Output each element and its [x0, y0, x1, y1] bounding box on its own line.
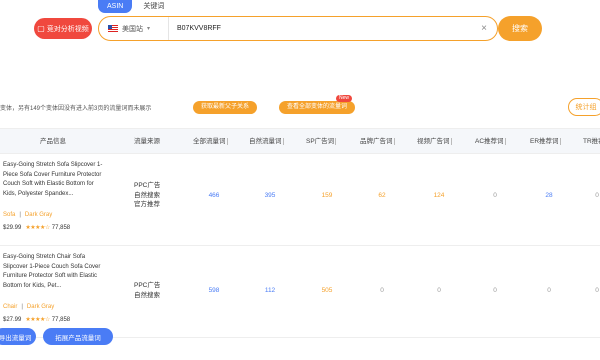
video-count[interactable]: 124: [424, 192, 454, 199]
expand-keywords-button[interactable]: 拓展产品流量词: [43, 328, 113, 345]
table-row: Easy-Going Stretch Chair Sofa Slipcover …: [0, 246, 600, 338]
sort-icon: [559, 137, 563, 145]
source-natural: 自然搜索: [134, 291, 160, 299]
page: ASIN 关键词 ▢ 竞对分析视频 美国站 ▾ × 搜索 变体，另有149个变体…: [0, 0, 600, 360]
variant-color: Dark Gray: [26, 304, 55, 310]
review-count: 77,858: [51, 317, 71, 323]
clear-icon[interactable]: ×: [481, 23, 487, 34]
sort-icon: [450, 137, 454, 145]
col-all-keywords[interactable]: 全部流量词: [193, 129, 230, 155]
col-product: 产品信息: [40, 138, 66, 145]
all-keywords-count[interactable]: 598: [199, 287, 229, 294]
traffic-sources: PPC广告 自然搜索: [134, 281, 160, 300]
product-title[interactable]: Easy-Going Stretch Sofa Slipcover 1-Piec…: [3, 161, 107, 199]
source-ppc: PPC广告: [134, 282, 161, 289]
product-variants: Chair | Dark Gray: [3, 304, 55, 310]
stat-group-button[interactable]: 统计组: [568, 98, 600, 116]
col-sp-label: SP广告词: [306, 138, 335, 145]
col-source: 流量来源: [134, 138, 160, 145]
natural-count[interactable]: 395: [255, 192, 285, 199]
variant-notice: 变体，另有149个变体因没有进入前3页的流量词而未展示: [0, 106, 152, 112]
col-brand-label: 品牌广告词: [360, 138, 393, 145]
natural-count[interactable]: 112: [255, 287, 285, 294]
tab-keyword[interactable]: 关键词: [132, 0, 174, 13]
keyword-table: 产品信息 流量来源 全部流量词 自然流量词 SP广告词 品牌广告词 视频广告词 …: [0, 128, 600, 338]
product-title[interactable]: Easy-Going Stretch Chair Sofa Slipcover …: [3, 253, 107, 291]
source-natural: 自然搜索: [134, 191, 160, 199]
product-variants: Sofa | Dark Gray: [3, 212, 53, 218]
video-count: 0: [437, 287, 441, 294]
rating-stars: ★★★★☆: [25, 317, 50, 323]
ac-count: 0: [493, 192, 497, 199]
sp-count[interactable]: 505: [312, 287, 342, 294]
tr-count: 0: [595, 192, 599, 199]
sp-count[interactable]: 159: [312, 192, 342, 199]
col-ac-label: AC推荐词: [475, 138, 504, 145]
col-sp[interactable]: SP广告词: [306, 129, 338, 155]
col-er-label: ER推荐词: [530, 138, 559, 145]
variant-size: Chair: [3, 304, 18, 310]
sort-icon: [393, 137, 397, 145]
rating-stars: ★★★★☆: [25, 225, 50, 231]
new-badge: New: [336, 95, 353, 102]
competitor-video-label: 竞对分析视频: [46, 25, 89, 33]
video-icon: ▢: [37, 24, 45, 33]
site-select[interactable]: 美国站 ▾: [99, 17, 169, 40]
bottom-actions: 导出流量词 拓展产品流量词: [0, 328, 600, 360]
variant-color: Dark Gray: [24, 212, 53, 218]
er-count: 0: [547, 287, 551, 294]
ac-count: 0: [493, 287, 497, 294]
asin-input[interactable]: [169, 25, 482, 32]
table-header: 产品信息 流量来源 全部流量词 自然流量词 SP广告词 品牌广告词 视频广告词 …: [0, 128, 600, 154]
search-button[interactable]: 搜索: [498, 16, 542, 41]
variant-size: Sofa: [3, 212, 16, 218]
tr-count: 0: [595, 287, 599, 294]
traffic-sources: PPC广告 自然搜索 官方推荐: [134, 181, 160, 210]
info-row: 变体，另有149个变体因没有进入前3页的流量词而未展示 获取最新父子关系 查看全…: [0, 95, 600, 118]
search-mode-tabs: ASIN 关键词: [98, 0, 174, 13]
sort-icon: [226, 137, 230, 145]
col-brand[interactable]: 品牌广告词: [360, 129, 397, 155]
col-video[interactable]: 视频广告词: [417, 129, 454, 155]
chevron-down-icon: ▾: [147, 26, 151, 32]
source-ppc: PPC广告: [134, 182, 161, 189]
view-all-variants-button[interactable]: 查看全部变体的流量词 New: [279, 95, 356, 114]
site-label: 美国站: [122, 25, 143, 33]
tab-asin[interactable]: ASIN: [98, 0, 133, 13]
sort-icon: [504, 137, 508, 145]
export-keywords-button[interactable]: 导出流量词: [0, 328, 36, 345]
col-ac[interactable]: AC推荐词: [475, 129, 508, 155]
col-natural-label: 自然流量词: [249, 138, 282, 145]
review-count: 77,858: [51, 225, 71, 231]
col-all-keywords-label: 全部流量词: [193, 138, 226, 145]
competitor-video-button[interactable]: ▢ 竞对分析视频: [34, 18, 92, 39]
view-all-variants-label: 查看全部变体的流量词: [287, 104, 348, 110]
sort-icon: [335, 137, 338, 145]
us-flag-icon: [108, 25, 118, 32]
price: $29.99: [3, 225, 22, 231]
price: $27.99: [3, 317, 22, 323]
source-official: 官方推荐: [134, 201, 160, 208]
col-er[interactable]: ER推荐词: [530, 129, 563, 155]
price-rating: $27.99 ★★★★☆ 77,858: [3, 316, 70, 323]
table-row: Easy-Going Stretch Sofa Slipcover 1-Piec…: [0, 154, 600, 246]
price-rating: $29.99 ★★★★☆ 77,858: [3, 224, 70, 231]
brand-count: 0: [380, 287, 384, 294]
er-count[interactable]: 28: [534, 192, 564, 199]
col-video-label: 视频广告词: [417, 138, 450, 145]
fetch-parent-child-button[interactable]: 获取最新父子关系: [193, 101, 258, 114]
all-keywords-count[interactable]: 466: [199, 192, 229, 199]
col-natural[interactable]: 自然流量词: [249, 129, 286, 155]
col-tr[interactable]: TR推荐: [583, 129, 600, 155]
brand-count[interactable]: 62: [367, 192, 397, 199]
sort-icon: [282, 137, 286, 145]
search-box: 美国站 ▾ ×: [98, 16, 498, 41]
